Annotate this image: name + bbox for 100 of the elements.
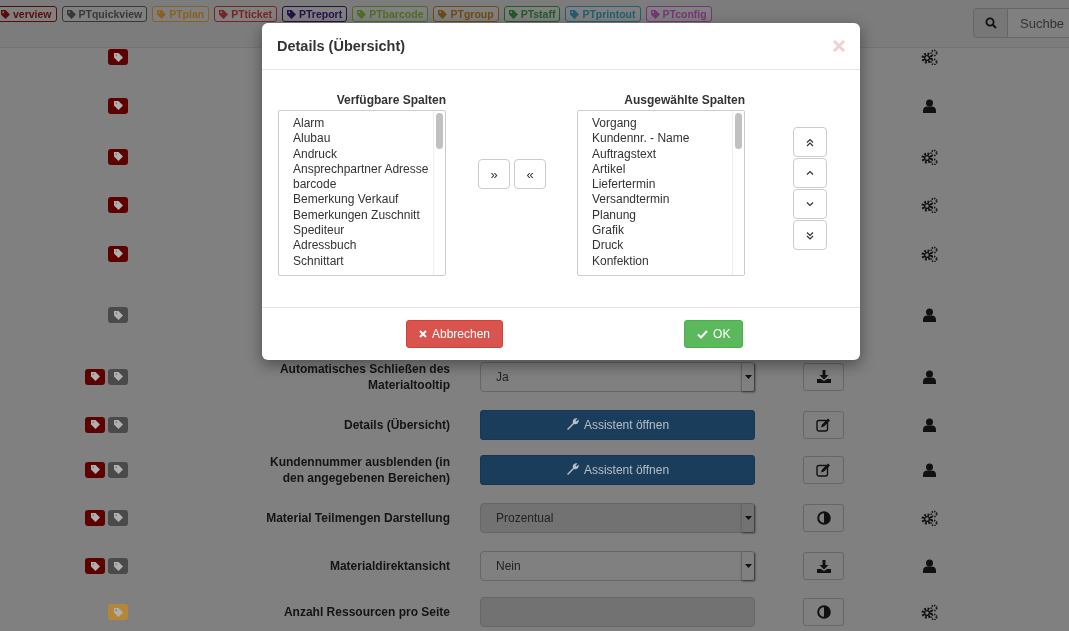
action-button[interactable]: [803, 552, 844, 580]
download-icon: [816, 370, 831, 383]
column-option[interactable]: Vorgang: [592, 116, 732, 132]
contrast-icon: [816, 605, 831, 619]
column-option[interactable]: Versandtermin: [592, 192, 732, 208]
caret-icon: [744, 564, 752, 568]
move-top-button[interactable]: [793, 127, 827, 157]
tag-icon: [113, 561, 123, 571]
search-field[interactable]: Suchbe: [1008, 8, 1069, 38]
action-button[interactable]: [803, 455, 844, 484]
tag-icon: [650, 9, 660, 19]
tag-icon: [90, 561, 100, 571]
move-down-button[interactable]: [793, 189, 827, 219]
tag-icon: [90, 513, 100, 522]
select-field[interactable]: Nein: [480, 551, 755, 581]
user-icon: [922, 98, 936, 113]
module-tag[interactable]: verview: [0, 6, 57, 22]
column-option[interactable]: Ansprechpartner Adresse: [293, 161, 433, 178]
user-icon: [922, 417, 936, 432]
tag-icon: [113, 249, 123, 258]
edit-icon: [816, 417, 831, 432]
user-icon: [922, 308, 936, 322]
column-option[interactable]: Kundennr. - Name: [592, 131, 732, 147]
user-icon: [922, 559, 936, 573]
tag-icon: [90, 372, 100, 381]
scrollbar[interactable]: [732, 111, 744, 275]
caret-icon: [744, 515, 752, 520]
cancel-button[interactable]: Abbrechen: [406, 320, 504, 348]
move-up-button[interactable]: [793, 158, 827, 188]
tag-icon: [113, 101, 123, 110]
action-button[interactable]: [803, 598, 844, 626]
gears-icon: [920, 604, 938, 620]
close-button[interactable]: [833, 40, 845, 52]
action-button[interactable]: [803, 410, 844, 439]
close-icon: [833, 40, 845, 52]
search-icon: [984, 17, 997, 29]
action-button[interactable]: [803, 503, 844, 532]
edit-icon: [816, 462, 831, 477]
caret-icon: [744, 374, 752, 379]
column-option[interactable]: Grafik: [592, 223, 732, 239]
select-field[interactable]: Ja: [480, 361, 755, 392]
gears-icon: [920, 245, 938, 262]
check-icon: [697, 329, 709, 339]
column-option[interactable]: Druck: [592, 238, 732, 254]
search-button[interactable]: [973, 8, 1008, 38]
list-heading: Ausgewählte Spalten: [624, 93, 745, 107]
column-option[interactable]: Alubau: [293, 131, 433, 147]
transfer-button[interactable]: «: [514, 159, 546, 189]
setting-label: Details (Übersicht): [342, 416, 450, 433]
column-option[interactable]: Andruck: [293, 146, 433, 162]
tag-icon: [357, 9, 367, 19]
user-icon: [922, 369, 936, 384]
column-option[interactable]: Konfektion: [592, 253, 732, 269]
move-bottom-button[interactable]: [793, 220, 827, 250]
tag-icon: [113, 372, 123, 381]
tag-icon: [113, 465, 123, 474]
tag-icon: [113, 152, 123, 161]
column-option[interactable]: barcode: [293, 177, 433, 193]
double-chevron-up-icon: [806, 137, 814, 147]
tag-icon: [508, 9, 518, 19]
column-option[interactable]: Bemerkung Verkauf: [293, 192, 433, 208]
tag-icon: [113, 52, 123, 62]
column-option[interactable]: Alarm: [293, 116, 433, 132]
setting-label: Materialdirektansicht: [328, 558, 450, 574]
contrast-icon: [816, 510, 831, 525]
close-icon: [419, 330, 427, 338]
setting-label: Anzahl Ressourcen pro Seite: [282, 604, 450, 620]
column-option[interactable]: Adressbuch: [293, 238, 433, 254]
transfer-button[interactable]: »: [478, 159, 510, 189]
scrollbar[interactable]: [433, 111, 445, 275]
wizard-button[interactable]: Assistent öffnen: [480, 409, 755, 440]
gears-icon: [920, 509, 938, 526]
chevron-down-icon: [806, 201, 814, 207]
column-option[interactable]: Bemerkungen Zuschnitt: [293, 207, 433, 224]
gears-icon: [920, 148, 938, 165]
setting-label: Automatisches Schließen des Materialtooltip: [278, 360, 450, 393]
action-button[interactable]: [803, 362, 844, 391]
tag-icon: [438, 9, 448, 19]
column-option[interactable]: Auftragstext: [592, 146, 732, 162]
wizard-button[interactable]: Assistent öffnen: [480, 454, 755, 485]
tag-icon: [66, 9, 76, 19]
tag-icon: [219, 9, 229, 19]
column-option[interactable]: Schnittart: [293, 253, 433, 269]
dialog-title: Details (Übersicht): [277, 38, 406, 54]
column-option[interactable]: Planung: [592, 207, 732, 224]
user-icon: [922, 462, 936, 477]
setting-label: Kundennummer ausblenden (in den angegebenen Bereichen): [269, 453, 450, 486]
tag-icon: [157, 9, 167, 19]
tag-icon: [90, 420, 100, 429]
module-tag[interactable]: PTreport: [282, 6, 348, 22]
tag-icon: [113, 310, 123, 320]
gears-icon: [920, 197, 938, 213]
column-listbox[interactable]: Alarm Alubau Andruck Ansprechpartner Adresse barcode Bemerkung Verkauf Bemerkungen Zuschnitt Spediteur Adressbuch Schnittart: [278, 110, 446, 276]
column-option[interactable]: Artikel: [592, 161, 732, 178]
download-icon: [816, 559, 831, 573]
column-option[interactable]: Liefertermin: [592, 177, 732, 193]
column-listbox[interactable]: Vorgang Kundennr. - Name Auftragstext Artikel Liefertermin Versandtermin Planung Grafik Druck Konfektion: [577, 110, 745, 276]
column-option[interactable]: Spediteur: [293, 223, 433, 239]
tag-icon: [113, 420, 123, 429]
tag-icon: [113, 200, 123, 210]
